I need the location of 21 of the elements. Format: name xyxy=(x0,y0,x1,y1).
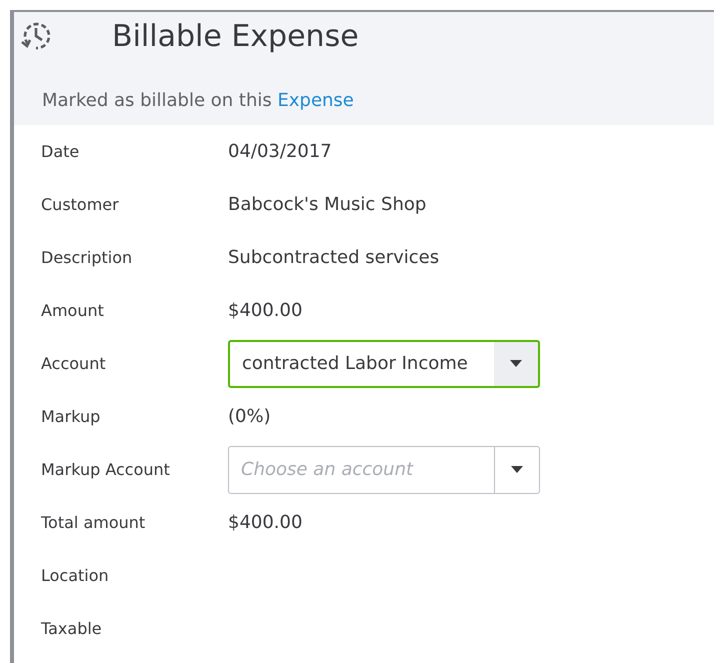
field-label: Account xyxy=(41,354,107,373)
field-label: Total amount xyxy=(41,513,146,532)
caret-icon xyxy=(511,466,523,474)
field-label: Amount xyxy=(41,301,105,320)
field-label: Markup Account xyxy=(41,460,171,479)
field-value: $400.00 xyxy=(228,300,302,321)
field-value: $400.00 xyxy=(228,512,302,533)
field-label: Customer xyxy=(41,195,120,214)
account-field[interactable]: Choose an account xyxy=(228,446,494,494)
field-label: Location xyxy=(41,566,110,585)
field-value: Subcontracted services xyxy=(228,247,440,268)
field-label: Date xyxy=(41,142,80,161)
field-value: (0%) xyxy=(228,406,271,427)
field-value: Babcock's Music Shop xyxy=(228,194,426,215)
field-label: Taxable xyxy=(41,619,103,638)
dropdown-button[interactable] xyxy=(494,446,540,494)
dialog-title: Billable Expense xyxy=(112,18,359,54)
billable-note: Marked as billable on this Expense xyxy=(42,90,355,111)
field-value: 04/03/2017 xyxy=(228,141,332,162)
field-label: Markup xyxy=(41,407,102,426)
field-label: Description xyxy=(41,248,134,267)
